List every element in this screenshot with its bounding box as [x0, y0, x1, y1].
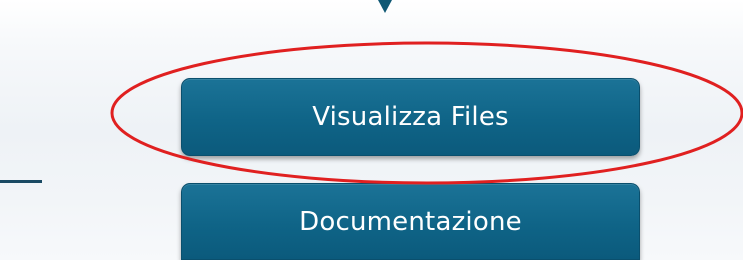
connector-line	[0, 180, 42, 183]
visualizza-files-button[interactable]: Visualizza Files	[181, 78, 640, 156]
documentazione-label: Documentazione	[299, 206, 522, 237]
documentazione-button[interactable]: Documentazione	[181, 183, 640, 260]
visualizza-files-label: Visualizza Files	[312, 102, 509, 132]
flow-arrow-icon	[378, 0, 392, 13]
